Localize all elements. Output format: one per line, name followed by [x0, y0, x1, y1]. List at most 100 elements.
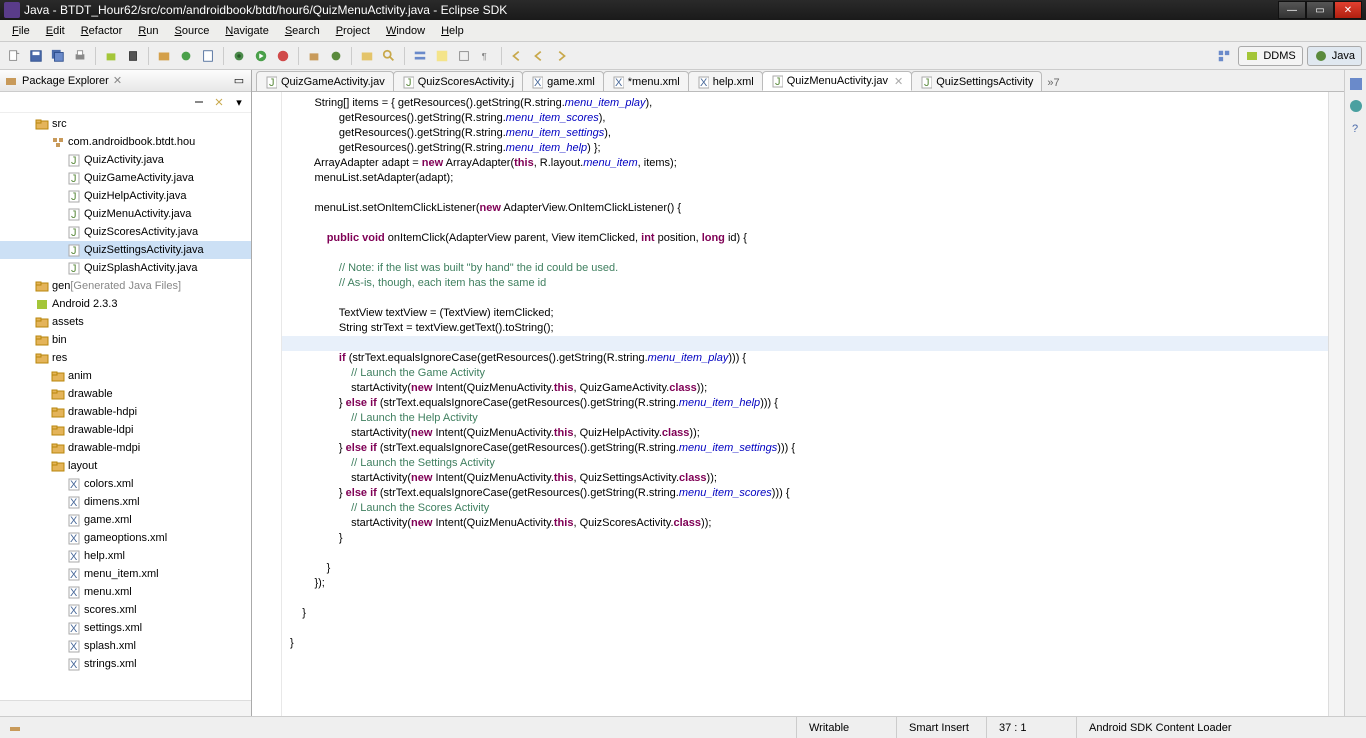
- tree-item[interactable]: src: [0, 115, 251, 133]
- mark-occurrences-button[interactable]: [432, 46, 452, 66]
- new-test-button[interactable]: [176, 46, 196, 66]
- link-editor-icon[interactable]: [211, 94, 227, 110]
- close-button[interactable]: ✕: [1334, 1, 1362, 19]
- editor-tab[interactable]: JQuizSettingsActivity: [911, 71, 1042, 91]
- code-editor[interactable]: String[] items = { getResources().getStr…: [282, 92, 1328, 716]
- editor-tab[interactable]: Xhelp.xml: [688, 71, 763, 91]
- tree-item[interactable]: Xscores.xml: [0, 601, 251, 619]
- menu-refactor[interactable]: Refactor: [73, 23, 131, 39]
- editor-tab[interactable]: JQuizScoresActivity.j: [393, 71, 523, 91]
- run-external-button[interactable]: [273, 46, 293, 66]
- editor-tab[interactable]: JQuizGameActivity.jav: [256, 71, 394, 91]
- tree-item[interactable]: drawable-ldpi: [0, 421, 251, 439]
- tree-item[interactable]: Xmenu_item.xml: [0, 565, 251, 583]
- android-sdk-button[interactable]: [101, 46, 121, 66]
- tree-item[interactable]: bin: [0, 331, 251, 349]
- tree-item[interactable]: Xmenu.xml: [0, 583, 251, 601]
- view-close-icon[interactable]: ✕: [113, 74, 122, 87]
- perspective-java[interactable]: Java: [1307, 46, 1362, 66]
- tree-item[interactable]: drawable-hdpi: [0, 403, 251, 421]
- debug-button[interactable]: [229, 46, 249, 66]
- tree-item[interactable]: JQuizActivity.java: [0, 151, 251, 169]
- editor-tab[interactable]: X*menu.xml: [603, 71, 689, 91]
- open-perspective-button[interactable]: [1214, 46, 1234, 66]
- menu-run[interactable]: Run: [130, 23, 166, 39]
- minimize-view-icon[interactable]: ▭: [231, 73, 247, 89]
- tree-item[interactable]: Xstrings.xml: [0, 655, 251, 673]
- tree-item[interactable]: layout: [0, 457, 251, 475]
- vertical-scrollbar[interactable]: [1328, 92, 1344, 716]
- svg-text:X: X: [70, 641, 78, 653]
- svg-text:X: X: [70, 605, 78, 617]
- forward-button[interactable]: [551, 46, 571, 66]
- tree-item[interactable]: Android 2.3.3: [0, 295, 251, 313]
- tree-item[interactable]: Xgame.xml: [0, 511, 251, 529]
- tabs-overflow[interactable]: »7: [1041, 75, 1065, 91]
- android-avd-button[interactable]: [123, 46, 143, 66]
- new-xml-button[interactable]: [198, 46, 218, 66]
- menu-source[interactable]: Source: [167, 23, 218, 39]
- editor-tab[interactable]: JQuizMenuActivity.jav✕: [762, 71, 913, 91]
- package-tree[interactable]: srccom.androidbook.btdt.houJQuizActivity…: [0, 113, 251, 700]
- horizontal-scrollbar[interactable]: [0, 701, 251, 716]
- tree-item[interactable]: Xsplash.xml: [0, 637, 251, 655]
- menu-edit[interactable]: Edit: [38, 23, 73, 39]
- tree-item[interactable]: anim: [0, 367, 251, 385]
- perspective-ddms[interactable]: DDMS: [1238, 46, 1302, 66]
- last-edit-button[interactable]: [507, 46, 527, 66]
- view-menu-icon[interactable]: ▾: [231, 94, 247, 110]
- back-button[interactable]: [529, 46, 549, 66]
- launch-icon[interactable]: [8, 721, 22, 735]
- menu-file[interactable]: File: [4, 23, 38, 39]
- editor-tab[interactable]: Xgame.xml: [522, 71, 604, 91]
- close-icon[interactable]: ✕: [894, 75, 903, 88]
- tree-item[interactable]: Xhelp.xml: [0, 547, 251, 565]
- tree-item[interactable]: drawable: [0, 385, 251, 403]
- tree-item[interactable]: assets: [0, 313, 251, 331]
- tasks-icon[interactable]: [1348, 98, 1364, 114]
- editor-area: JQuizGameActivity.javJQuizScoresActivity…: [252, 70, 1344, 716]
- tree-item[interactable]: drawable-mdpi: [0, 439, 251, 457]
- new-package-button[interactable]: [304, 46, 324, 66]
- tree-item[interactable]: gen [Generated Java Files]: [0, 277, 251, 295]
- menu-project[interactable]: Project: [328, 23, 378, 39]
- menu-window[interactable]: Window: [378, 23, 433, 39]
- help-icon[interactable]: ?: [1348, 120, 1364, 136]
- outline-icon[interactable]: [1348, 76, 1364, 92]
- menu-navigate[interactable]: Navigate: [217, 23, 276, 39]
- minimize-button[interactable]: —: [1278, 1, 1306, 19]
- tree-item[interactable]: JQuizHelpActivity.java: [0, 187, 251, 205]
- tree-item[interactable]: Xcolors.xml: [0, 475, 251, 493]
- tree-item[interactable]: JQuizScoresActivity.java: [0, 223, 251, 241]
- search-button[interactable]: [379, 46, 399, 66]
- save-all-button[interactable]: [48, 46, 68, 66]
- new-class-button[interactable]: [326, 46, 346, 66]
- tree-item[interactable]: JQuizGameActivity.java: [0, 169, 251, 187]
- save-button[interactable]: [26, 46, 46, 66]
- right-trim: ?: [1344, 70, 1366, 716]
- tree-item[interactable]: JQuizSettingsActivity.java: [0, 241, 251, 259]
- open-type-button[interactable]: [357, 46, 377, 66]
- print-button[interactable]: [70, 46, 90, 66]
- collapse-all-icon[interactable]: [191, 94, 207, 110]
- tree-item[interactable]: Xdimens.xml: [0, 493, 251, 511]
- editor-gutter[interactable]: [252, 92, 282, 716]
- menu-help[interactable]: Help: [433, 23, 472, 39]
- tree-item[interactable]: JQuizMenuActivity.java: [0, 205, 251, 223]
- block-selection-button[interactable]: [454, 46, 474, 66]
- tree-item[interactable]: res: [0, 349, 251, 367]
- show-whitespace-button[interactable]: ¶: [476, 46, 496, 66]
- svg-text:J: J: [71, 245, 77, 257]
- tree-item[interactable]: Xgameoptions.xml: [0, 529, 251, 547]
- new-project-button[interactable]: [154, 46, 174, 66]
- eclipse-icon: [4, 2, 20, 18]
- menu-search[interactable]: Search: [277, 23, 328, 39]
- new-button[interactable]: [4, 46, 24, 66]
- tree-item[interactable]: Xsettings.xml: [0, 619, 251, 637]
- run-button[interactable]: [251, 46, 271, 66]
- tree-item[interactable]: JQuizSplashActivity.java: [0, 259, 251, 277]
- toggle-breadcrumb-button[interactable]: [410, 46, 430, 66]
- svg-text:J: J: [71, 263, 77, 275]
- maximize-button[interactable]: ▭: [1306, 1, 1334, 19]
- tree-item[interactable]: com.androidbook.btdt.hou: [0, 133, 251, 151]
